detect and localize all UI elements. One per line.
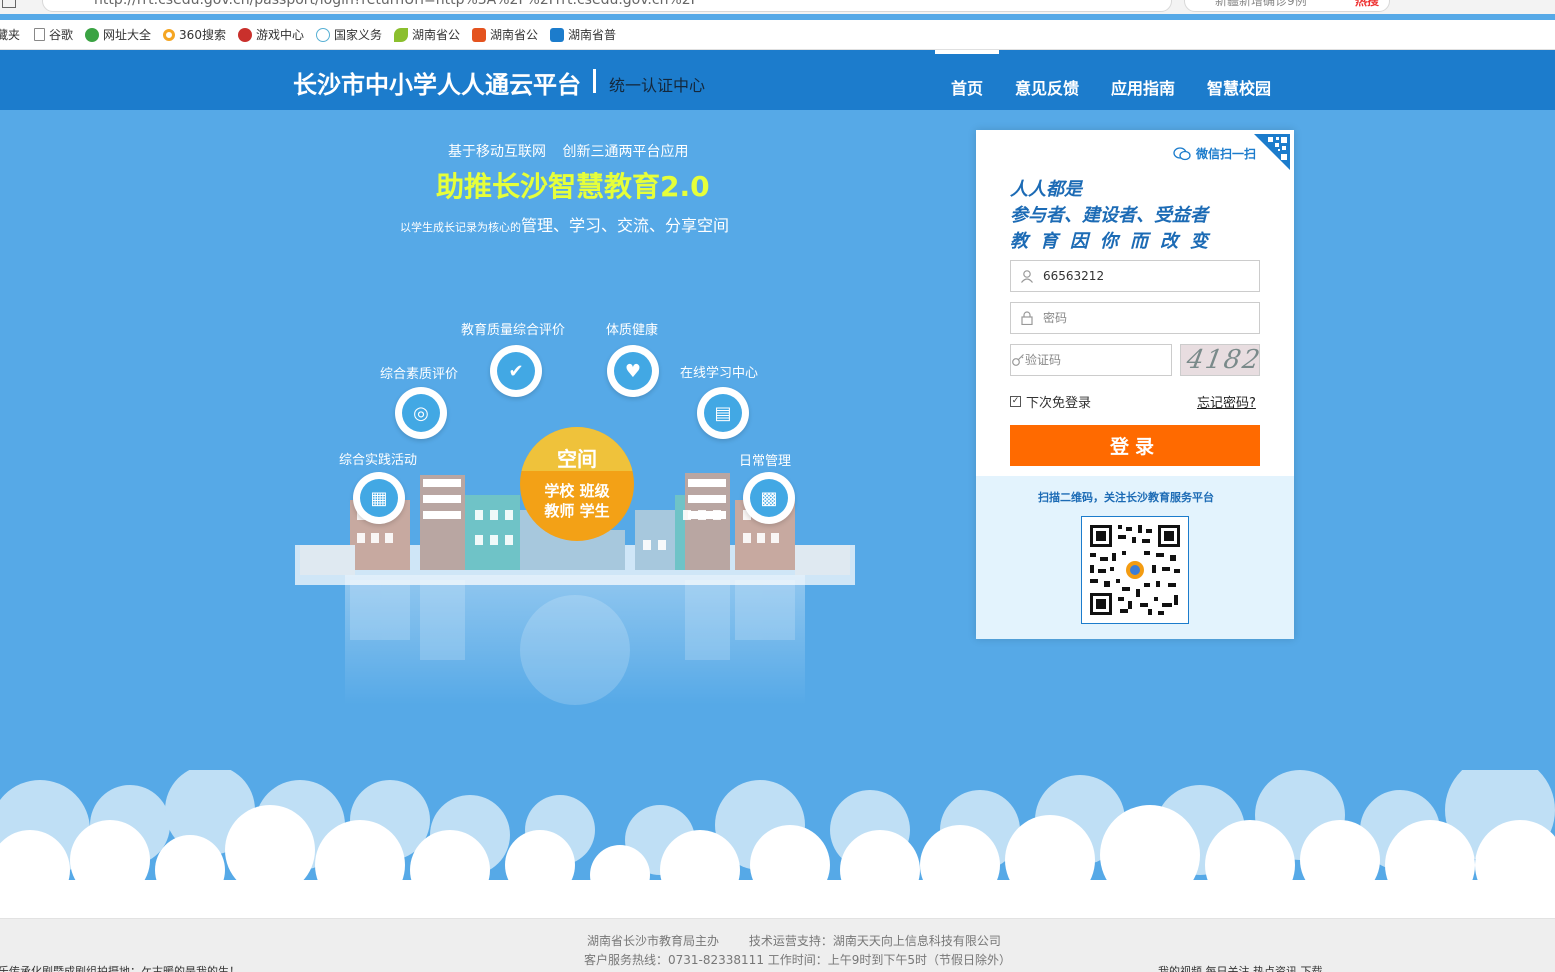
daily-pin[interactable]: ▩ bbox=[743, 472, 795, 524]
login-panel: 微信扫一扫 人人都是 参与者、建设者、受益者 教育因你而改变 4182 ✓ 下次… bbox=[976, 130, 1294, 639]
feature-label-online: 在线学习中心 bbox=[680, 366, 759, 381]
password-field[interactable] bbox=[1010, 302, 1260, 334]
lock-icon bbox=[1011, 303, 1043, 333]
feature-label-literacy: 综合素质评价 bbox=[380, 367, 459, 382]
globe-icon: ◎ bbox=[402, 394, 440, 432]
qr-section: 扫描二维码，关注长沙教育服务平台 bbox=[976, 476, 1294, 639]
edu-quality-pin[interactable]: ✔ bbox=[490, 345, 542, 397]
nav-feedback[interactable]: 意见反馈 bbox=[999, 50, 1095, 110]
browser-status-bar: 乐传承化剧暨成剧组拍摄地：ケ古暖的是我的生！ 我的视频 每日关注 热点资讯 下载 bbox=[0, 962, 1555, 972]
site-icon bbox=[472, 27, 486, 42]
remember-checkbox[interactable]: ✓ bbox=[1010, 396, 1021, 407]
bookmark-item[interactable]: 藏夹 bbox=[0, 26, 20, 43]
bookmark-item[interactable]: 360搜索 bbox=[163, 26, 226, 43]
feature-label-practice: 综合实践活动 bbox=[339, 453, 418, 468]
space-line2: 教师 学生 bbox=[544, 502, 610, 520]
bookmark-item[interactable]: 湖南省公 bbox=[393, 26, 460, 43]
space-center-badge: 空间 学校 班级 教师 学生 bbox=[520, 427, 634, 541]
url-text[interactable]: http://rrt.csedu.gov.cn/passport/login?r… bbox=[94, 0, 699, 8]
leaf-icon bbox=[393, 27, 408, 42]
nav-home[interactable]: 首页 bbox=[935, 50, 1000, 110]
bookmark-item[interactable]: 湖南省普 bbox=[550, 26, 616, 43]
username-input[interactable] bbox=[1043, 262, 1259, 290]
title-divider bbox=[593, 69, 596, 93]
site-icon bbox=[85, 27, 100, 42]
physical-pin[interactable]: ♥ bbox=[607, 345, 659, 397]
space-title: 空间 bbox=[557, 447, 597, 471]
site-icon bbox=[550, 27, 565, 42]
bookmark-item[interactable]: 国家义务 bbox=[315, 26, 382, 43]
qr-caption: 扫描二维码，关注长沙教育服务平台 bbox=[1038, 491, 1214, 504]
space-line1: 学校 班级 bbox=[544, 482, 610, 500]
site-header: 长沙市中小学人人通云平台 统一认证中心 首页 意见反馈 应用指南 智慧校园 bbox=[0, 50, 1555, 110]
feature-label-edu-quality: 教育质量综合评价 bbox=[461, 323, 566, 338]
home-icon[interactable] bbox=[2, 0, 16, 8]
page-icon bbox=[34, 28, 46, 41]
game-icon bbox=[237, 27, 252, 42]
qr-code-image bbox=[1081, 516, 1189, 624]
password-input[interactable] bbox=[1043, 304, 1259, 332]
main-nav: 首页 意见反馈 应用指南 智慧校园 bbox=[935, 50, 1287, 110]
hero-tagline: 基于移动互联网 创新三通两平台应用 bbox=[448, 144, 689, 160]
nav-smart-campus[interactable]: 智慧校园 bbox=[1191, 50, 1287, 110]
feature-label-daily: 日常管理 bbox=[739, 454, 792, 469]
feature-label-physical: 体质健康 bbox=[606, 323, 659, 338]
literacy-pin[interactable]: ◎ bbox=[395, 387, 447, 439]
bookmark-item[interactable]: 游戏中心 bbox=[237, 26, 304, 43]
site-subtitle: 统一认证中心 bbox=[609, 76, 706, 95]
captcha-image[interactable]: 4182 bbox=[1180, 344, 1260, 376]
heartbeat-icon: ♥ bbox=[614, 352, 652, 390]
hot-search-badge: 热搜 bbox=[1354, 0, 1379, 8]
user-icon bbox=[1011, 261, 1043, 291]
browser-search-box[interactable]: 新疆新增确诊9例 热搜 bbox=[1184, 0, 1390, 12]
book-icon: ▤ bbox=[704, 394, 742, 432]
footer-line1: 湖南省长沙市教育局主办 技术运营支持：湖南天天向上信息科技有限公司 bbox=[587, 934, 1001, 948]
site-icon bbox=[315, 27, 330, 42]
search-placeholder: 新疆新增确诊9例 bbox=[1215, 0, 1307, 8]
clipboard-icon: ▦ bbox=[360, 479, 398, 517]
bookmark-item[interactable]: 谷歌 bbox=[34, 26, 73, 43]
remember-me[interactable]: ✓ 下次免登录 bbox=[1010, 392, 1091, 411]
hero-title: 助推长沙智慧教育2.0 bbox=[436, 170, 710, 203]
nav-guide[interactable]: 应用指南 bbox=[1095, 50, 1191, 110]
status-news-text[interactable]: 乐传承化剧暨成剧组拍摄地：ケ古暖的是我的生！ bbox=[0, 962, 240, 972]
hero-subtitle: 以学生成长记录为核心的管理、学习、交流、分享空间 bbox=[400, 216, 730, 235]
login-slogan: 人人都是 参与者、建设者、受益者 教育因你而改变 bbox=[1010, 179, 1220, 252]
shield-check-icon: ✔ bbox=[497, 352, 535, 390]
status-shortcuts[interactable]: 我的视频 每日关注 热点资讯 下载 bbox=[1158, 962, 1323, 972]
browser-address-bar: http://rrt.csedu.gov.cn/passport/login?r… bbox=[0, 0, 1555, 14]
search360-icon bbox=[163, 28, 176, 41]
login-button[interactable]: 登录 bbox=[1010, 425, 1260, 466]
username-field[interactable] bbox=[1010, 260, 1260, 292]
online-pin[interactable]: ▤ bbox=[697, 387, 749, 439]
site-title[interactable]: 长沙市中小学人人通云平台 bbox=[293, 65, 581, 100]
key-icon bbox=[1011, 345, 1025, 375]
bookmarks-bar: 藏夹 谷歌 网址大全 360搜索 游戏中心 国家义务 湖南省公 湖南省公 湖南省… bbox=[0, 20, 1555, 50]
captcha-field[interactable] bbox=[1010, 344, 1175, 376]
practice-pin[interactable]: ▦ bbox=[353, 472, 405, 524]
bookmark-item[interactable]: 网址大全 bbox=[85, 26, 151, 43]
forgot-password-link[interactable]: 忘记密码? bbox=[1197, 392, 1256, 411]
wechat-icon bbox=[1173, 146, 1191, 160]
bookmark-item[interactable]: 湖南省公 bbox=[472, 26, 538, 43]
captcha-input[interactable] bbox=[1025, 346, 1175, 374]
wechat-scan-link[interactable]: 微信扫一扫 bbox=[1173, 145, 1256, 162]
qr-code-toggle-icon[interactable] bbox=[1254, 134, 1290, 170]
cloud-decoration bbox=[0, 770, 1555, 920]
calendar-icon: ▩ bbox=[750, 479, 788, 517]
